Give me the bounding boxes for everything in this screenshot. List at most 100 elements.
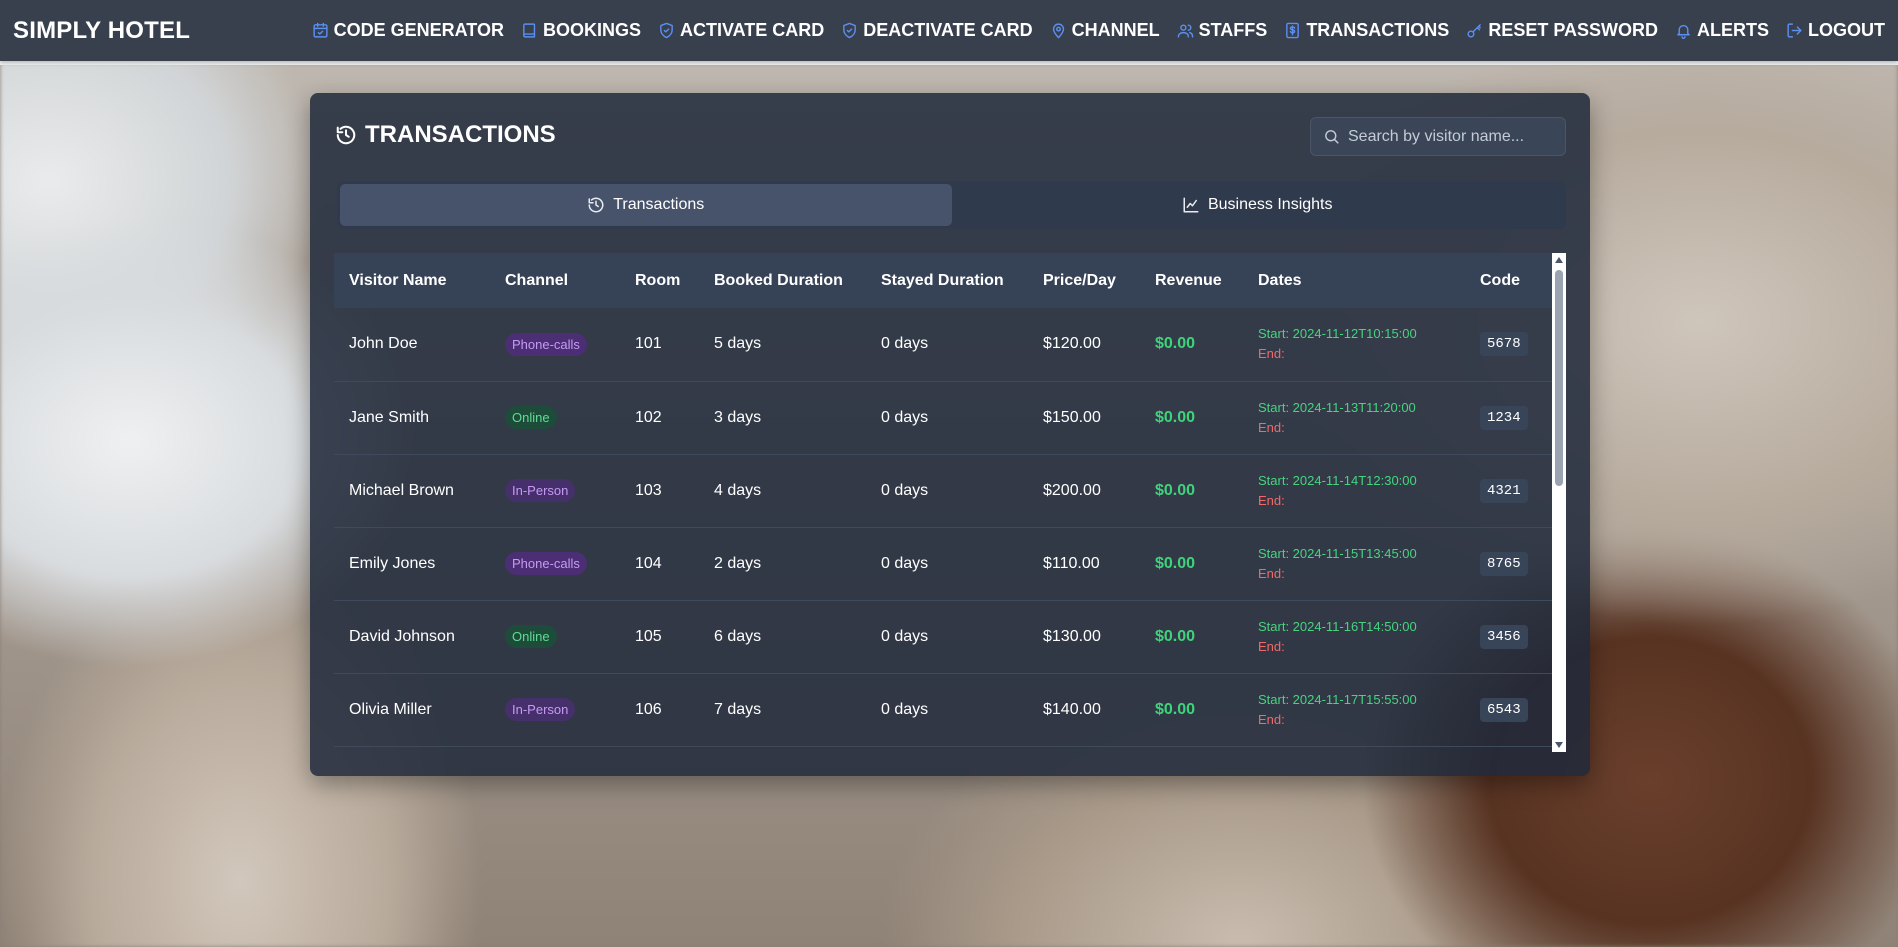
top-navbar: SIMPLY HOTEL CODE GENERATOR BOOKINGS ACT… xyxy=(0,0,1898,61)
shield-icon xyxy=(843,22,857,39)
nav-label: RESET PASSWORD xyxy=(1488,20,1658,40)
nav-label: ALERTS xyxy=(1697,20,1769,40)
booked-duration: 4 days xyxy=(714,481,762,499)
column-header[interactable]: Stayed Duration xyxy=(866,253,1028,308)
visitor-name: Emily Jones xyxy=(349,554,436,572)
table-row[interactable]: Jane Smith Online 102 3 days 0 days $150… xyxy=(334,381,1552,454)
nav-channel[interactable]: CHANNEL xyxy=(1050,20,1160,41)
search-box[interactable] xyxy=(1310,117,1566,156)
stayed-duration: 0 days xyxy=(881,481,929,499)
bell-icon xyxy=(1677,24,1690,39)
dates-cell: Start: 2024-11-13T11:20:00 End: xyxy=(1243,381,1465,454)
start-date: Start: 2024-11-12T10:15:00 xyxy=(1258,326,1417,342)
nav-label: CODE GENERATOR xyxy=(333,20,504,40)
column-header[interactable]: Code xyxy=(1465,253,1552,308)
brand-logo[interactable]: SIMPLY HOTEL xyxy=(13,17,190,45)
price-per-day: $110.00 xyxy=(1043,554,1100,572)
end-date: End: xyxy=(1258,711,1285,727)
tab-business-insights[interactable]: Business Insights xyxy=(952,184,1564,226)
nav-label: ACTIVATE CARD xyxy=(679,20,825,40)
room-number: 105 xyxy=(635,627,662,645)
channel-badge: Phone-calls xyxy=(505,552,587,575)
table-row[interactable]: David Johnson Online 105 6 days 0 days $… xyxy=(334,600,1552,673)
room-number: 103 xyxy=(635,481,662,499)
nav-label: BOOKINGS xyxy=(542,20,641,40)
column-header[interactable]: Revenue xyxy=(1140,253,1243,308)
dates-cell: Start: 2024-11-12T10:15:00 End: xyxy=(1243,308,1465,381)
stayed-duration: 0 days xyxy=(881,335,929,353)
end-date: End: xyxy=(1258,565,1285,581)
start-date: Start: 2024-11-17T15:55:00 xyxy=(1258,691,1417,707)
visitor-name: David Johnson xyxy=(349,627,455,645)
price-per-day: $200.00 xyxy=(1043,481,1101,499)
revenue: $0.00 xyxy=(1155,700,1196,718)
nav-reset-password[interactable]: RESET PASSWORD xyxy=(1466,20,1658,41)
revenue: $0.00 xyxy=(1155,554,1196,572)
tab-bar: Transactions Business Insights xyxy=(337,181,1566,229)
book-icon xyxy=(523,23,536,38)
end-date: End: xyxy=(1258,638,1285,654)
nav-alerts[interactable]: ALERTS xyxy=(1675,20,1769,41)
calendar-icon xyxy=(313,22,328,38)
channel-badge: Online xyxy=(505,625,557,648)
page-title: TRANSACTIONS xyxy=(335,121,556,149)
users-icon xyxy=(1177,24,1193,38)
transactions-table-container: Visitor Name Channel Room Booked Duratio… xyxy=(334,253,1566,752)
scroll-down-arrow-icon[interactable] xyxy=(1555,742,1563,748)
column-header[interactable]: Channel xyxy=(490,253,620,308)
start-date: Start: 2024-11-13T11:20:00 xyxy=(1258,399,1416,415)
line-chart-icon xyxy=(1183,197,1199,213)
nav-label: TRANSACTIONS xyxy=(1306,20,1450,40)
scroll-thumb[interactable] xyxy=(1555,270,1563,486)
nav-code-generator[interactable]: CODE GENERATOR xyxy=(312,20,504,41)
booked-duration: 2 days xyxy=(714,554,762,572)
nav-transactions[interactable]: TRANSACTIONS xyxy=(1284,20,1449,41)
column-header[interactable]: Dates xyxy=(1243,253,1465,308)
visitor-name: Michael Brown xyxy=(349,481,454,499)
column-header[interactable]: Room xyxy=(620,253,699,308)
dates-cell: Start: 2024-11-16T14:50:00 End: xyxy=(1243,600,1465,673)
revenue: $0.00 xyxy=(1155,627,1196,645)
access-code: 8765 xyxy=(1480,551,1528,576)
end-date: End: xyxy=(1258,492,1285,508)
history-icon xyxy=(588,197,604,213)
table-scrollbar[interactable] xyxy=(1552,253,1566,752)
nav-label: CHANNEL xyxy=(1071,20,1160,40)
table-row[interactable]: Olivia Miller In-Person 106 7 days 0 day… xyxy=(334,673,1552,746)
room-number: 101 xyxy=(635,335,662,353)
nav-deactivate-card[interactable]: DEACTIVATE CARD xyxy=(841,20,1033,41)
column-header[interactable]: Visitor Name xyxy=(334,253,490,308)
search-icon xyxy=(1325,130,1339,144)
stayed-duration: 0 days xyxy=(881,627,929,645)
revenue: $0.00 xyxy=(1155,481,1196,499)
scroll-up-arrow-icon[interactable] xyxy=(1555,257,1563,263)
table-row[interactable]: Emily Jones Phone-calls 104 2 days 0 day… xyxy=(334,527,1552,600)
access-code: 3456 xyxy=(1480,624,1528,649)
price-per-day: $130.00 xyxy=(1043,627,1101,645)
nav-bookings[interactable]: BOOKINGS xyxy=(521,20,641,41)
nav-activate-card[interactable]: ACTIVATE CARD xyxy=(658,20,824,41)
nav-logout[interactable]: LOGOUT xyxy=(1786,20,1885,41)
table-row[interactable]: Michael Brown In-Person 103 4 days 0 day… xyxy=(334,454,1552,527)
search-input[interactable] xyxy=(1348,127,1558,146)
price-per-day: $140.00 xyxy=(1043,700,1101,718)
receipt-icon xyxy=(1286,22,1300,39)
end-date: End: xyxy=(1258,346,1285,362)
column-header[interactable]: Booked Duration xyxy=(699,253,866,308)
tab-transactions[interactable]: Transactions xyxy=(340,184,952,226)
booked-duration: 5 days xyxy=(714,335,762,353)
revenue: $0.00 xyxy=(1155,408,1196,426)
booked-duration: 7 days xyxy=(714,700,762,718)
nav-staffs[interactable]: STAFFS xyxy=(1177,20,1268,41)
nav-label: STAFFS xyxy=(1198,20,1268,40)
visitor-name: John Doe xyxy=(349,335,418,353)
room-number: 106 xyxy=(635,700,662,718)
column-header[interactable]: Price/Day xyxy=(1028,253,1140,308)
stayed-duration: 0 days xyxy=(881,554,929,572)
channel-badge: Phone-calls xyxy=(505,332,587,356)
table-row[interactable]: John Doe Phone-calls 101 5 days 0 days $… xyxy=(334,308,1552,381)
booked-duration: 6 days xyxy=(714,627,762,645)
access-code: 1234 xyxy=(1480,405,1528,430)
page-title-text: TRANSACTIONS xyxy=(365,121,556,148)
room-number: 102 xyxy=(635,408,662,426)
